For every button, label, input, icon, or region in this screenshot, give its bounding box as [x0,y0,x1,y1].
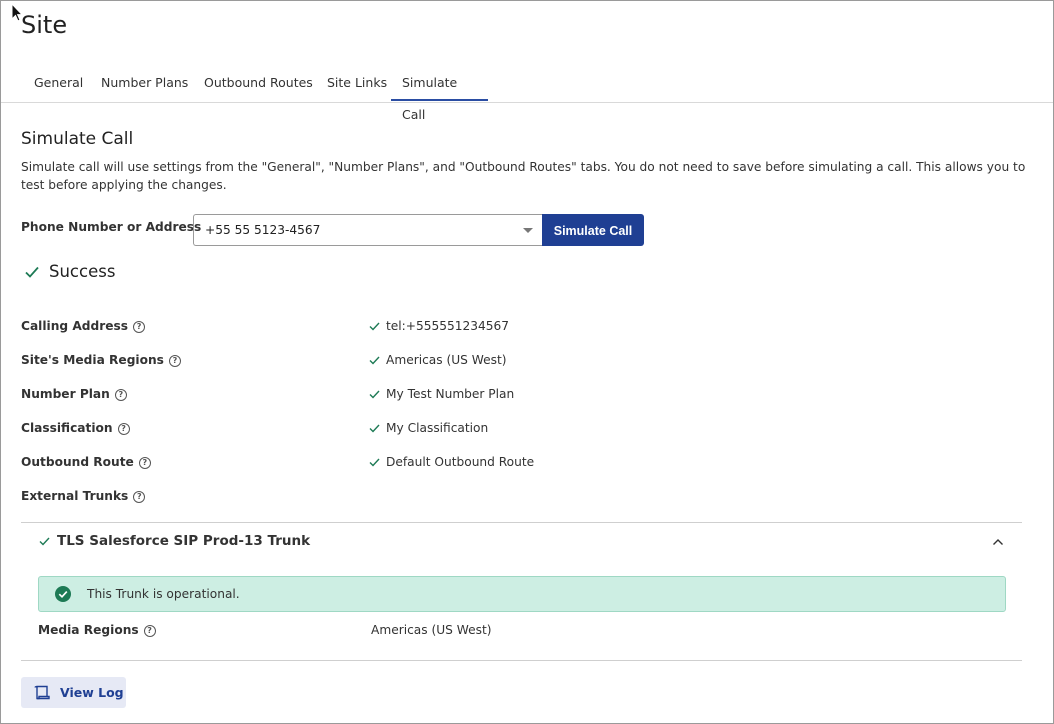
result-status-text: Success [49,262,116,281]
trunk-media-regions-value: Americas (US West) [371,623,492,637]
check-circle-icon [55,586,71,602]
result-label: Site's Media Regions [21,353,164,367]
chevron-up-icon[interactable] [991,535,1005,549]
page-title: Site [21,11,68,39]
check-icon [369,458,380,467]
simulate-call-button[interactable]: Simulate Call [542,214,644,246]
divider [21,660,1022,661]
phone-number-select[interactable]: +55 55 5123-4567 [193,214,542,246]
check-icon [369,322,380,331]
result-value: My Classification [386,421,489,435]
view-log-label: View Log [60,685,124,700]
trunk-media-regions-row: Media Regions? Americas (US West) [38,621,1008,641]
trunk-name: TLS Salesforce SIP Prod-13 Trunk [57,533,311,549]
tab-number-plans[interactable]: Number Plans [90,67,199,101]
result-label: Classification [21,421,113,435]
check-icon [369,356,380,365]
result-value: tel:+555551234567 [386,319,510,333]
tab-outbound-routes[interactable]: Outbound Routes [193,67,324,101]
check-icon [369,390,380,399]
section-description: Simulate call will use settings from the… [21,160,1026,192]
result-row-classification: Classification? My Classification [21,419,1021,439]
tab-site-links[interactable]: Site Links [316,67,398,101]
help-icon[interactable]: ? [114,389,127,401]
scroll-icon [34,685,50,700]
caret-down-icon [523,228,533,233]
result-label: Calling Address [21,319,129,333]
result-value: My Test Number Plan [386,387,515,401]
help-icon[interactable]: ? [117,423,130,435]
phone-number-label: Phone Number or Address [21,220,202,234]
divider [21,522,1022,523]
result-label: External Trunks [21,489,129,503]
check-icon [39,537,50,546]
phone-number-value: +55 55 5123-4567 [205,223,321,237]
tab-general[interactable]: General [23,67,94,101]
result-label: Number Plan [21,387,110,401]
section-title: Simulate Call [21,129,134,149]
help-icon[interactable]: ? [133,491,146,503]
trunk-media-regions-label: Media Regions [38,623,139,637]
result-row-outbound-route: Outbound Route? Default Outbound Route [21,453,1021,473]
help-icon[interactable]: ? [133,321,146,333]
result-row-number-plan: Number Plan? My Test Number Plan [21,385,1021,405]
trunk-accordion-header[interactable]: TLS Salesforce SIP Prod-13 Trunk [39,532,1009,554]
result-row-media-regions: Site's Media Regions? Americas (US West) [21,351,1021,371]
trunk-status-alert: This Trunk is operational. [38,576,1006,612]
result-value: Default Outbound Route [386,455,535,469]
check-icon [25,266,39,278]
check-icon [369,424,380,433]
help-icon[interactable]: ? [138,457,151,469]
app-frame: Site General Number Plans Outbound Route… [0,0,1054,724]
tab-simulate-call[interactable]: Simulate Call [391,67,488,122]
help-icon[interactable]: ? [143,625,156,637]
view-log-button[interactable]: View Log [21,677,126,708]
result-row-calling-address: Calling Address? tel:+555551234567 [21,317,1021,337]
trunk-status-text: This Trunk is operational. [87,587,240,601]
result-value: Americas (US West) [386,353,507,367]
result-row-external-trunks: External Trunks? [21,487,1021,507]
result-label: Outbound Route [21,455,134,469]
help-icon[interactable]: ? [168,355,181,367]
tab-bar: General Number Plans Outbound Routes Sit… [1,67,1053,122]
